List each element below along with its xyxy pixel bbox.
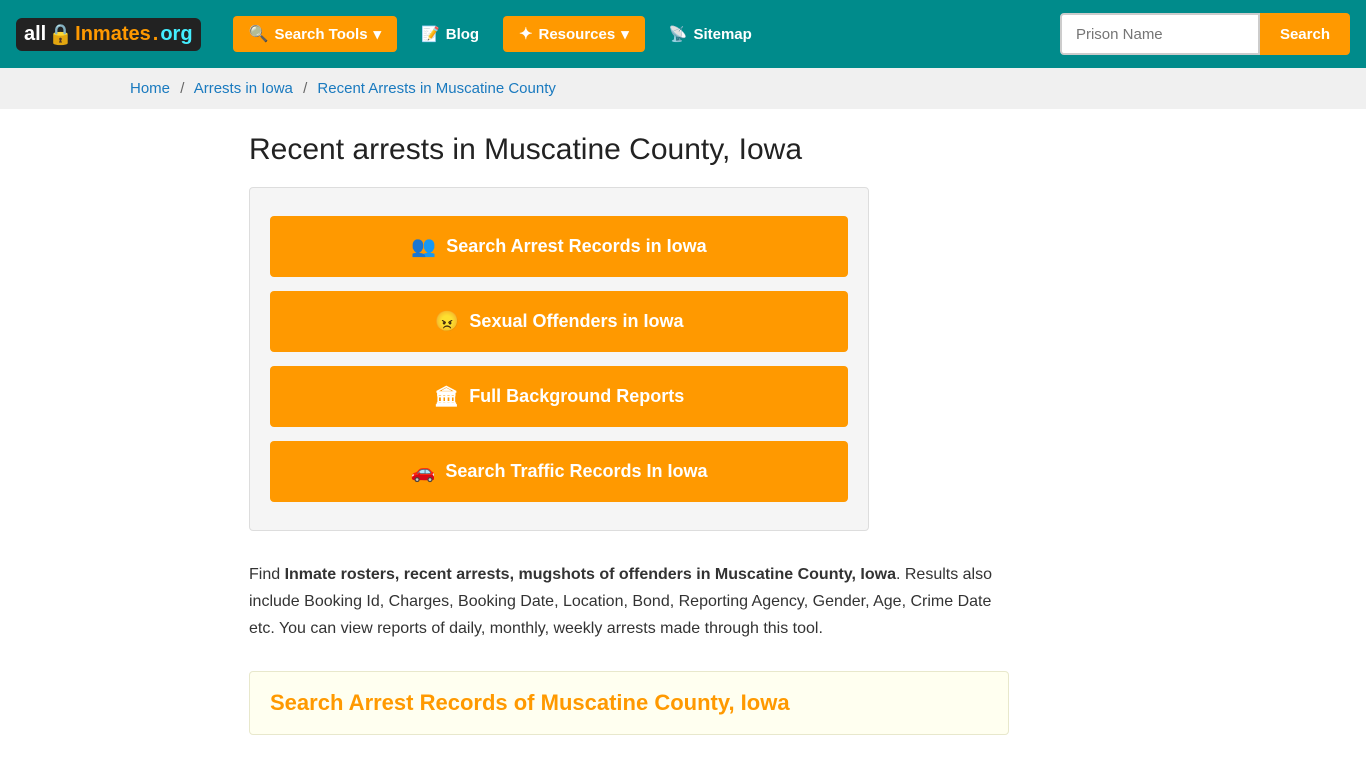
resources-button[interactable]: ✦ Resources ▾ (503, 16, 645, 52)
blog-icon: 📝 (421, 25, 440, 43)
background-reports-button[interactable]: 🏛 Full Background Reports (270, 366, 848, 427)
logo-org: org (160, 23, 192, 46)
action-button-panel: 👥 Search Arrest Records in Iowa 😠 Sexual… (249, 187, 869, 531)
breadcrumb-home[interactable]: Home (130, 80, 170, 97)
prison-search-input[interactable] (1060, 13, 1260, 55)
breadcrumb-sep-1: / (180, 80, 184, 97)
sitemap-label: Sitemap (693, 26, 751, 43)
sexual-offenders-icon: 😠 (435, 309, 460, 334)
sexual-offenders-button[interactable]: 😠 Sexual Offenders in Iowa (270, 291, 848, 352)
logo-icon: 🔒 (48, 22, 73, 47)
navbar: all 🔒 Inmates . org 🔍 Search Tools ▾ 📝 B… (0, 0, 1366, 68)
resources-chevron-icon: ▾ (621, 25, 629, 43)
prison-search-box: Search (1060, 13, 1350, 55)
traffic-records-icon: 🚗 (411, 459, 436, 484)
search-arrest-records-button[interactable]: 👥 Search Arrest Records in Iowa (270, 216, 848, 277)
prison-search-button[interactable]: Search (1260, 13, 1350, 55)
resources-icon: ✦ (519, 24, 532, 44)
main-content: Recent arrests in Muscatine County, Iowa… (233, 109, 1133, 775)
description-text: Find Inmate rosters, recent arrests, mug… (249, 561, 1009, 643)
prison-search-label: Search (1280, 26, 1330, 43)
blog-label: Blog (446, 26, 479, 43)
breadcrumb: Home / Arrests in Iowa / Recent Arrests … (0, 68, 1366, 109)
blog-button[interactable]: 📝 Blog (409, 17, 491, 51)
page-title: Recent arrests in Muscatine County, Iowa (249, 133, 1117, 167)
sitemap-icon: 📡 (669, 25, 688, 43)
breadcrumb-current: Recent Arrests in Muscatine County (317, 80, 555, 97)
search-section-title: Search Arrest Records of Muscatine Count… (270, 690, 988, 716)
background-reports-icon: 🏛 (434, 384, 459, 409)
logo[interactable]: all 🔒 Inmates . org (16, 18, 201, 51)
arrest-records-label: Search Arrest Records in Iowa (446, 236, 706, 257)
logo-all: all (24, 23, 46, 46)
breadcrumb-sep-2: / (303, 80, 307, 97)
search-tools-button[interactable]: 🔍 Search Tools ▾ (233, 16, 398, 52)
sitemap-button[interactable]: 📡 Sitemap (657, 17, 764, 51)
description-bold: Inmate rosters, recent arrests, mugshots… (285, 566, 896, 583)
background-reports-label: Full Background Reports (469, 386, 684, 407)
search-tools-chevron-icon: ▾ (374, 25, 382, 43)
traffic-records-label: Search Traffic Records In Iowa (445, 461, 707, 482)
arrest-records-icon: 👥 (411, 234, 436, 259)
search-tools-icon: 🔍 (249, 24, 269, 44)
resources-label: Resources (539, 26, 616, 43)
logo-dot: . (153, 23, 159, 46)
breadcrumb-arrests-iowa[interactable]: Arrests in Iowa (194, 80, 293, 97)
search-tools-label: Search Tools (274, 26, 367, 43)
search-section: Search Arrest Records of Muscatine Count… (249, 671, 1009, 735)
description-prefix: Find (249, 566, 285, 583)
logo-inmates: Inmates (75, 23, 151, 46)
sexual-offenders-label: Sexual Offenders in Iowa (469, 311, 683, 332)
traffic-records-button[interactable]: 🚗 Search Traffic Records In Iowa (270, 441, 848, 502)
